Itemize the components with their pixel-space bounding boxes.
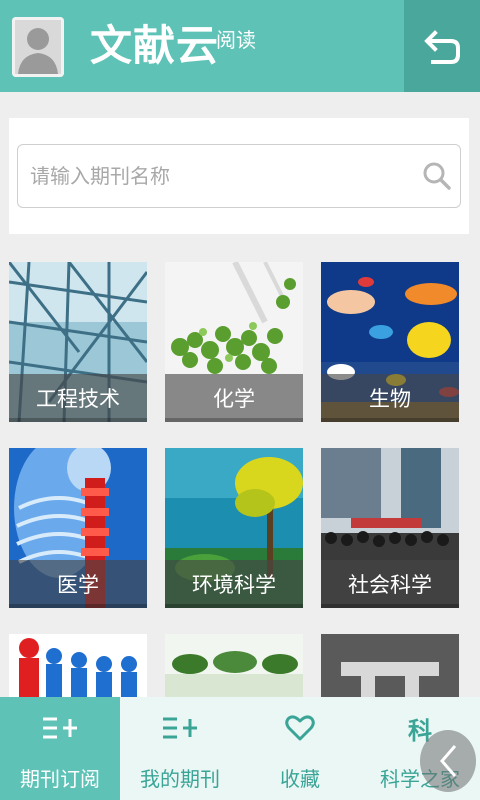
- search-icon[interactable]: [422, 161, 452, 191]
- category-tile-social-science[interactable]: 社会科学: [321, 448, 459, 608]
- category-tile-engineering[interactable]: 工程技术: [9, 262, 147, 422]
- app-header: 文献云 阅读: [0, 0, 480, 92]
- tile-shadow: [321, 418, 459, 422]
- search-input[interactable]: [30, 145, 410, 207]
- nav-item-journal-subscribe[interactable]: 期刊订阅: [0, 697, 120, 800]
- category-label: 工程技术: [9, 374, 147, 422]
- chevron-left-icon: [440, 745, 457, 777]
- nav-label: 我的期刊: [140, 767, 220, 791]
- category-label: 化学: [165, 374, 303, 422]
- nav-label: 期刊订阅: [20, 767, 100, 791]
- bottom-nav: 期刊订阅 我的期刊 收藏 科 科学之家: [0, 697, 480, 800]
- nav-label: 收藏: [280, 767, 320, 791]
- back-arrow-icon: [424, 30, 460, 64]
- list-add-icon: [160, 713, 200, 743]
- floating-back-button[interactable]: [420, 730, 476, 792]
- nav-item-my-journals[interactable]: 我的期刊: [120, 697, 240, 800]
- tile-shadow: [9, 418, 147, 422]
- list-add-icon: [40, 713, 80, 743]
- nav-item-favorites[interactable]: 收藏: [240, 697, 360, 800]
- app-title: 文献云: [90, 21, 220, 70]
- search-card: [9, 118, 469, 234]
- category-tile-biology[interactable]: 生物: [321, 262, 459, 422]
- category-label: 社会科学: [321, 560, 459, 608]
- category-label: 生物: [321, 374, 459, 422]
- heart-icon: [280, 713, 320, 743]
- category-label: 医学: [9, 560, 147, 608]
- category-tile-chemistry[interactable]: 化学: [165, 262, 303, 422]
- tile-shadow: [165, 418, 303, 422]
- tile-shadow: [321, 604, 459, 608]
- app-subtitle: 阅读: [216, 28, 256, 52]
- tile-shadow: [9, 604, 147, 608]
- user-avatar-icon[interactable]: [12, 17, 64, 77]
- tile-shadow: [165, 604, 303, 608]
- category-tile-medicine[interactable]: 医学: [9, 448, 147, 608]
- search-box[interactable]: [17, 144, 461, 208]
- category-label: 环境科学: [165, 560, 303, 608]
- category-tile-environment[interactable]: 环境科学: [165, 448, 303, 608]
- back-button[interactable]: [404, 0, 480, 92]
